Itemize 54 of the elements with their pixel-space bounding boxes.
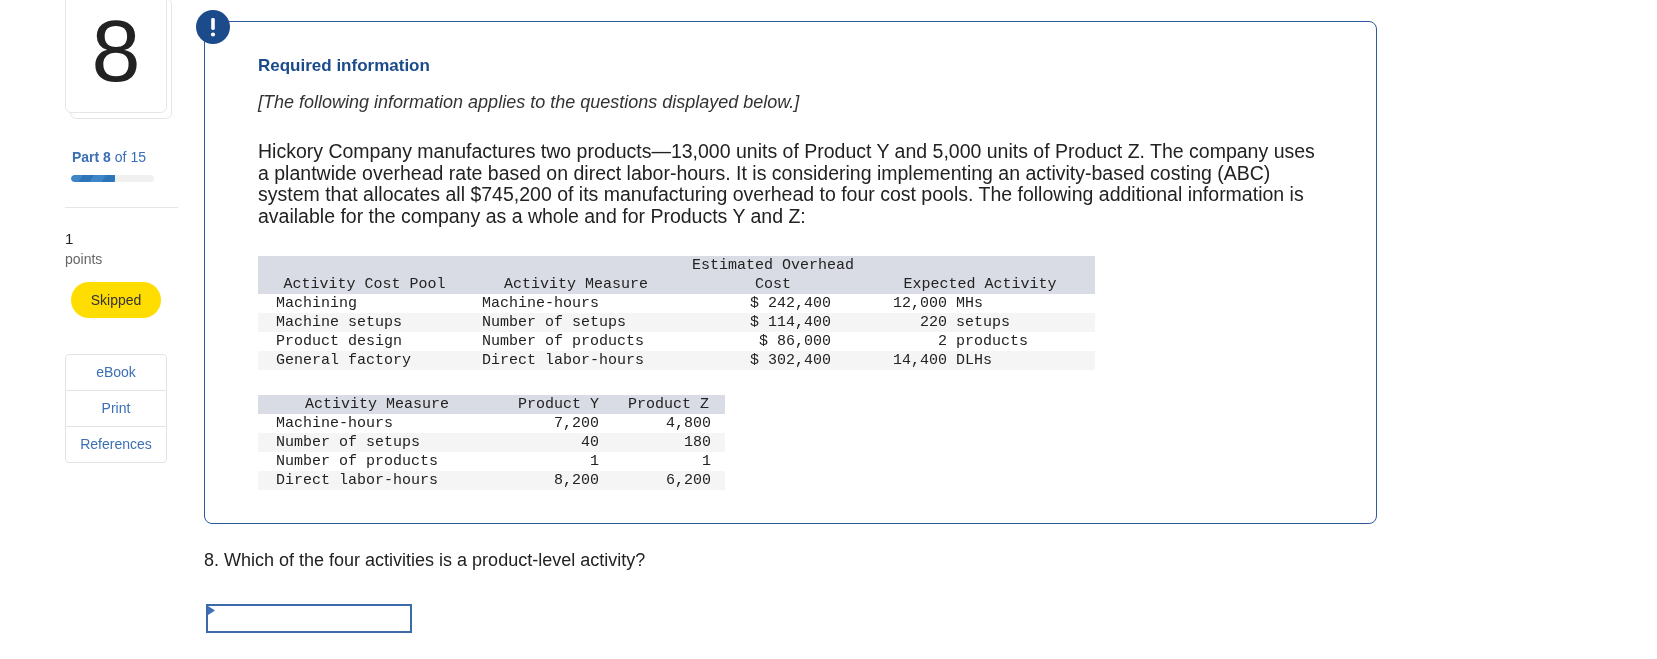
- triangle-icon: [208, 605, 215, 615]
- table-cell: Number of setups: [276, 433, 421, 451]
- points-label: points: [65, 250, 103, 268]
- table-cell: $ 114,400: [750, 313, 831, 331]
- table-cell: 220: [920, 313, 947, 331]
- table-cell: 40: [581, 433, 599, 451]
- table-cell: Number of products: [276, 452, 439, 470]
- table-cell: Direct labor-hours: [482, 351, 645, 369]
- table-cell: 6,200: [666, 471, 711, 489]
- table-cell: $ 86,000: [759, 332, 831, 350]
- table-cell: 8,200: [554, 471, 599, 489]
- column-header: Estimated Overhead Cost: [692, 256, 854, 293]
- table-cell: MHs: [956, 294, 983, 312]
- column-header: Activity Cost Pool: [283, 275, 446, 293]
- resource-button[interactable]: eBook: [65, 354, 167, 391]
- part-indicator: Part 8 of 15: [72, 148, 146, 166]
- table-cell: setups: [956, 313, 1010, 331]
- column-header: Product Y: [518, 395, 599, 413]
- table-cell: 1: [590, 452, 599, 470]
- table-cell: DLHs: [956, 351, 992, 369]
- table-cell: 12,000: [893, 294, 947, 312]
- table-cell: 7,200: [554, 414, 599, 432]
- table-cell: Number of setups: [482, 313, 627, 331]
- table-cell: General factory: [276, 351, 412, 369]
- column-header: Activity Measure: [504, 275, 648, 293]
- info-note: [The following information applies to the questions displayed below.]: [258, 91, 800, 113]
- table-cell: 4,800: [666, 414, 711, 432]
- table-cell: Product design: [276, 332, 403, 350]
- table-cell: Direct labor-hours: [276, 471, 439, 489]
- table-cell: Number of products: [482, 332, 645, 350]
- table-cell: $ 302,400: [750, 351, 831, 369]
- column-header: Product Z: [628, 395, 709, 413]
- question-number: 8: [91, 7, 141, 95]
- resource-button[interactable]: References: [65, 426, 167, 463]
- status-pill: Skipped: [71, 282, 161, 318]
- table-cell: $ 242,400: [750, 294, 831, 312]
- problem-paragraph: Hickory Company manufactures two products—13,000 units of Product Y and 5,000 units of Product Z. The company uses a plantwide overhead rate based on direct labor-hours. It is considering implementing an activity-based costing (ABC) system that allocates all $745,200 of its manufacturing overhead to four cost pools. The following additional information is available for the company as a whole and for Products Y and Z:: [258, 141, 1316, 228]
- points-value: 1: [65, 230, 74, 248]
- table-cell: Machine setups: [276, 313, 403, 331]
- answer-field[interactable]: [206, 603, 412, 633]
- table-cell: 14,400: [893, 351, 947, 369]
- table-cell: 180: [684, 433, 711, 451]
- resource-button[interactable]: Print: [65, 390, 167, 427]
- question-text: 8. Which of the four activities is a product-level activity?: [204, 548, 646, 571]
- table-cell: 1: [702, 452, 711, 470]
- exclamation-icon: [196, 10, 230, 44]
- table-cell: Machine-hours: [276, 414, 394, 432]
- table-cell: products: [956, 332, 1028, 350]
- column-header: Activity Measure: [305, 395, 449, 413]
- table-cell: 2: [938, 332, 947, 350]
- table-cell: Machining: [276, 294, 357, 312]
- column-header: Expected Activity: [903, 275, 1057, 293]
- panel-title: Required information: [258, 55, 430, 77]
- table-cell: Machine-hours: [482, 294, 600, 312]
